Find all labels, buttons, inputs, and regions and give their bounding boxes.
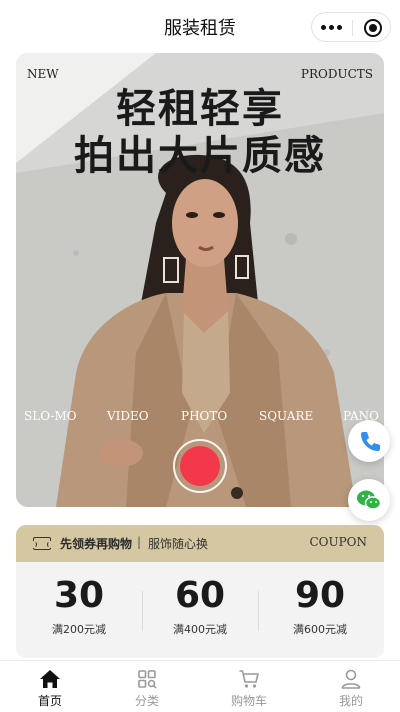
hero-title-line2: 拍出大片质感	[74, 132, 326, 179]
more-options-icon[interactable]	[321, 25, 343, 31]
coupon-condition: 满200元减	[52, 623, 106, 636]
coupon-subline: 服饰随心换	[148, 537, 209, 551]
grid-icon	[138, 670, 157, 689]
tab-label: 分类	[134, 694, 159, 708]
coupon-tag: COUPON	[309, 535, 367, 549]
home-icon	[40, 670, 60, 688]
coupon-amount: 60	[174, 575, 226, 616]
coupon-divider	[258, 591, 259, 631]
coupon-item-90[interactable]: 90 满600元减	[260, 573, 380, 637]
capsule-divider	[352, 20, 353, 36]
coupon-header[interactable]: 先领券再购物 | 服饰随心换 COUPON	[16, 525, 384, 562]
phone-icon	[361, 432, 380, 451]
mode-square[interactable]: SQUARE	[259, 409, 313, 423]
shutter-button[interactable]	[173, 439, 227, 493]
tab-category[interactable]: 分类	[97, 661, 197, 712]
hero-banner[interactable]: NEW PRODUCTS 轻租轻享 拍出大片质感 SLO-MO VIDEO PH…	[16, 53, 384, 507]
coupon-amount: 30	[53, 575, 105, 616]
mode-slo-mo[interactable]: SLO-MO	[24, 409, 77, 423]
coupon-item-60[interactable]: 60 满400元减	[140, 573, 260, 637]
cart-icon	[239, 670, 259, 688]
ticket-icon	[30, 537, 54, 550]
camera-mode-bar: SLO-MO VIDEO PHOTO SQUARE PANO	[16, 409, 384, 427]
tab-label: 我的	[338, 694, 363, 708]
close-target-icon[interactable]	[364, 19, 382, 37]
mini-program-capsule	[311, 12, 391, 42]
coupon-headline: 先领券再购物	[60, 537, 133, 551]
coupon-item-30[interactable]: 30 满200元减	[19, 573, 139, 637]
tab-profile[interactable]: 我的	[301, 661, 400, 712]
mode-video[interactable]: VIDEO	[107, 409, 149, 423]
mode-photo[interactable]: PHOTO	[181, 409, 227, 423]
user-icon	[341, 669, 361, 689]
wechat-icon	[357, 490, 382, 510]
tab-label: 首页	[37, 694, 62, 708]
coupon-condition: 满400元减	[173, 623, 227, 636]
tab-cart[interactable]: 购物车	[199, 661, 299, 712]
nav-header: 服装租赁	[0, 0, 400, 52]
tab-label: 购物车	[230, 694, 267, 708]
bottom-tab-bar: 首页 分类 购物车 我的	[0, 660, 400, 712]
coupon-condition: 满600元减	[293, 623, 347, 636]
tab-home[interactable]: 首页	[0, 661, 100, 712]
coupon-amount: 90	[294, 575, 346, 616]
coupon-card: 先领券再购物 | 服饰随心换 COUPON 30 满200元减 60 满400元…	[16, 525, 384, 658]
wechat-button[interactable]	[348, 479, 390, 521]
call-button[interactable]	[348, 420, 390, 462]
coupon-separator: |	[137, 535, 142, 549]
